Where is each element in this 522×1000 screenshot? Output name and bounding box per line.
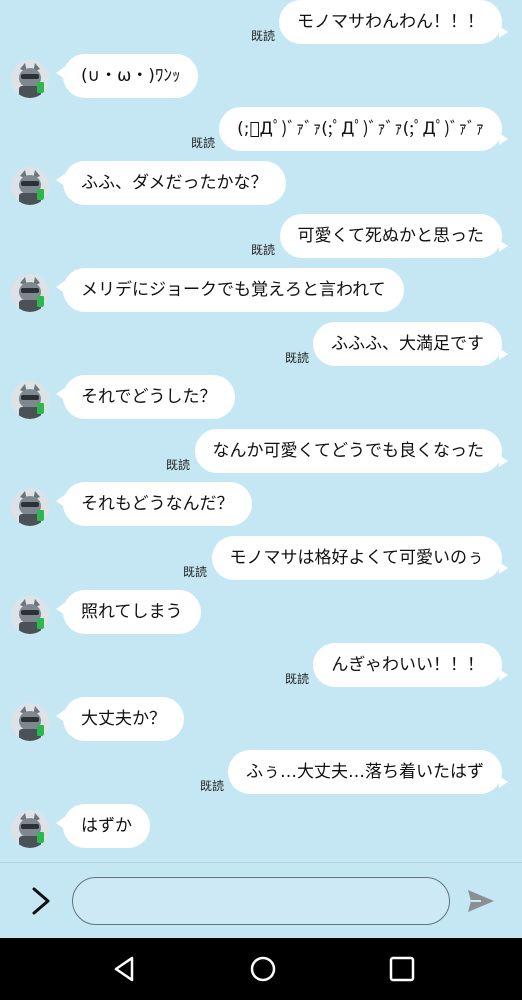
message-row: それもどうなんだ？ [0, 482, 522, 532]
read-receipt: 既読 [200, 779, 225, 794]
chevron-right-icon[interactable] [26, 883, 56, 919]
received-message-bubble[interactable]: ふふ、ダメだったかな？ [56, 160, 286, 205]
avatar[interactable] [11, 166, 49, 205]
chat-history: モノマサわんわん！！！ 既読 (∪・ω・)ﾜﾝｯ (;ﾟДﾟ)ﾞｧﾞｧ(;ﾟДﾟ)ﾞｧ… [0, 0, 522, 862]
system-nav-bar [0, 938, 522, 1000]
sent-message-bubble[interactable]: ふぅ…大丈夫…落ち着いたはず [228, 750, 508, 795]
home-circle-icon[interactable] [247, 953, 279, 985]
send-icon[interactable] [466, 887, 496, 915]
sent-message-bubble[interactable]: モノマサわんわん！！！ [279, 0, 508, 44]
avatar[interactable] [11, 810, 49, 848]
sent-message-bubble[interactable]: ふふふ、大満足です [313, 321, 508, 366]
message-row: モノマサは格好よくて可愛いのぅ 既読 [0, 536, 522, 586]
avatar[interactable] [11, 381, 49, 420]
message-row: 可愛くて死ぬかと思った 既読 [0, 214, 522, 264]
read-receipt: 既読 [251, 243, 276, 258]
message-row: 大丈夫か？ [0, 696, 522, 747]
received-message-bubble[interactable]: 照れてしまう [56, 589, 201, 634]
back-triangle-icon[interactable] [109, 953, 141, 985]
avatar[interactable] [11, 488, 49, 527]
received-message-bubble[interactable]: それもどうなんだ？ [56, 482, 252, 527]
composer-bar [0, 862, 522, 939]
avatar[interactable] [11, 702, 49, 741]
read-receipt: 既読 [166, 457, 191, 472]
read-receipt: 既読 [191, 136, 216, 151]
message-row: (∪・ω・)ﾜﾝｯ [0, 53, 522, 104]
recents-square-icon[interactable] [386, 953, 418, 985]
avatar[interactable] [11, 595, 49, 634]
message-input[interactable] [72, 877, 450, 925]
received-message-bubble[interactable]: 大丈夫か？ [56, 696, 184, 741]
message-row: 照れてしまう [0, 589, 522, 640]
message-row: ふふふ、大満足です 既読 [0, 321, 522, 372]
read-receipt: 既読 [251, 29, 276, 43]
message-row: ふふ、ダメだったかな？ [0, 160, 522, 211]
received-message-bubble[interactable]: メリデにジョークでも覚えろと言われて [56, 268, 404, 312]
read-receipt: 既読 [285, 350, 310, 365]
message-row: はずか [0, 804, 522, 854]
message-row: なんか可愛くてどうでも良くなった 既読 [0, 428, 522, 479]
received-message-bubble[interactable]: それでどうした？ [56, 375, 235, 420]
message-row: んぎゃわいい！！！ 既読 [0, 643, 522, 693]
message-row: モノマサわんわん！！！ 既読 [0, 0, 522, 50]
sent-message-bubble[interactable]: んぎゃわいい！！！ [313, 643, 508, 688]
sent-message-bubble[interactable]: 可愛くて死ぬかと思った [279, 214, 508, 259]
read-receipt: 既読 [285, 672, 310, 687]
message-row: メリデにジョークでも覚えろと言われて [0, 268, 522, 318]
avatar[interactable] [11, 59, 49, 98]
message-row: ふぅ…大丈夫…落ち着いたはず 既読 [0, 750, 522, 800]
received-message-bubble[interactable]: はずか [56, 804, 150, 848]
message-row: それでどうした？ [0, 375, 522, 425]
avatar[interactable] [11, 274, 49, 312]
message-row: (;ﾟДﾟ)ﾞｧﾞｧ(;ﾟДﾟ)ﾞｧﾞｧ(;ﾟДﾟ)ﾞｧﾞｧ 既読 [0, 107, 522, 157]
read-receipt: 既読 [183, 565, 208, 579]
sent-message-bubble[interactable]: (;ﾟДﾟ)ﾞｧﾞｧ(;ﾟДﾟ)ﾞｧﾞｧ(;ﾟДﾟ)ﾞｧﾞｧ [219, 107, 508, 152]
sent-message-bubble[interactable]: なんか可愛くてどうでも良くなった [194, 428, 508, 473]
sent-message-bubble[interactable]: モノマサは格好よくて可愛いのぅ [211, 536, 508, 580]
received-message-bubble[interactable]: (∪・ω・)ﾜﾝｯ [55, 53, 199, 98]
